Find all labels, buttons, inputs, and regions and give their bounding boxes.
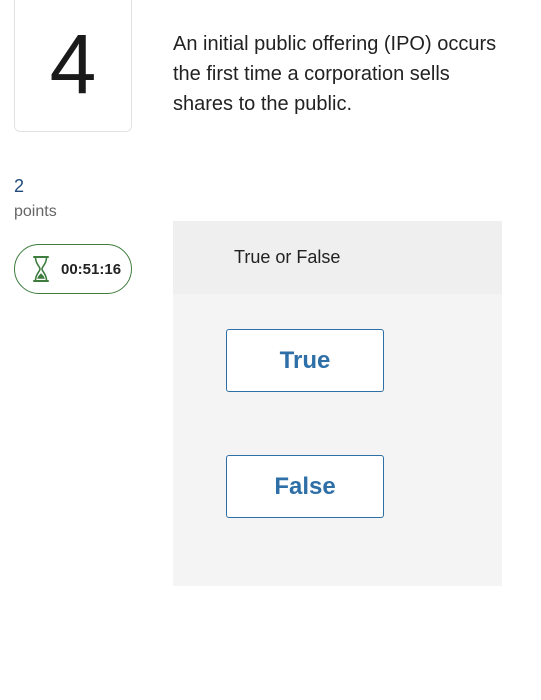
- answer-panel: True or False True False: [173, 221, 502, 586]
- hourglass-icon: [33, 256, 49, 282]
- points-value: 2: [14, 176, 25, 196]
- timer-time: 00:51:16: [61, 260, 122, 278]
- question-number: 4: [49, 16, 97, 111]
- question-text: An initial public offering (IPO) occurs …: [173, 33, 497, 115]
- question-number-box: 4: [14, 0, 132, 132]
- false-button[interactable]: False: [226, 455, 384, 518]
- timer-badge: 00:51:16: [14, 244, 132, 294]
- points-label: points: [14, 203, 57, 220]
- answer-panel-header: True or False: [173, 221, 502, 294]
- true-button[interactable]: True: [226, 329, 384, 392]
